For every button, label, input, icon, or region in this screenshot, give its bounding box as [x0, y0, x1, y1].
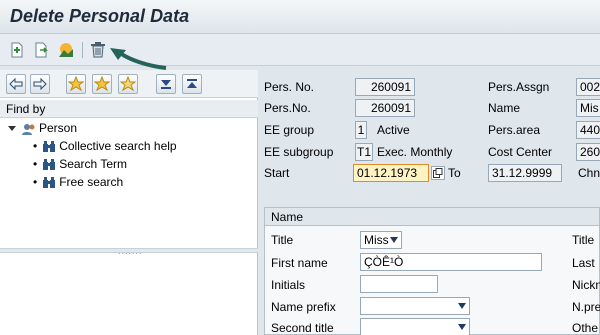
tree-node-label: Collective search help [59, 139, 177, 153]
object-manager-panel: Find by Person • Collective search help •… [0, 70, 258, 335]
chevron-down-icon [390, 237, 398, 243]
back-arrow-icon[interactable] [6, 74, 26, 94]
end-date-field: 31.12.9999 [488, 164, 562, 182]
name-prefix-dropdown[interactable] [360, 297, 470, 315]
splitter-grip-icon: ....... [118, 246, 143, 256]
tree-node-label: Free search [59, 175, 124, 189]
application-toolbar [0, 34, 600, 66]
chevron-down-icon [458, 303, 466, 309]
pers-assgn-field: 002 [576, 78, 600, 96]
collapse-up-icon[interactable] [182, 74, 202, 94]
other-label: Othe [572, 321, 599, 335]
name-label: Name [488, 101, 521, 115]
ee-group-text: Active [377, 123, 410, 137]
pers-no-label: Pers. No. [264, 80, 315, 94]
ee-group-label: EE group [264, 123, 315, 137]
find-by-header: Find by [0, 100, 258, 118]
add-favorite-icon[interactable] [66, 74, 86, 94]
ee-subgroup-text: Exec. Monthly [377, 145, 453, 159]
title-label: Title [271, 233, 294, 247]
binoculars-icon [43, 176, 56, 188]
first-name-field[interactable]: ÇÒÊ¹Ò [360, 253, 542, 271]
favorite-folder-icon[interactable] [118, 74, 138, 94]
ee-group-field: 1 [355, 121, 367, 139]
bullet-icon: • [33, 139, 38, 153]
pers-no-field: 260091 [355, 78, 415, 96]
favorites-icon[interactable] [92, 74, 112, 94]
title-value: Miss [364, 233, 389, 247]
changed-label: Chn [578, 166, 600, 180]
pers-area-label: Pers.area [488, 123, 541, 137]
copy-icon[interactable] [33, 41, 51, 59]
second-title-dropdown[interactable] [360, 318, 470, 335]
cost-center-label: Cost Center [488, 145, 553, 159]
create-icon[interactable] [8, 41, 26, 59]
ee-subgroup-field: T1 [355, 143, 373, 161]
window-title: Delete Personal Data [10, 6, 190, 26]
expand-caret-icon[interactable] [8, 126, 16, 132]
pers-no2-label: Pers.No. [264, 101, 311, 115]
pers-area-field: 440 [576, 121, 600, 139]
start-date-field[interactable]: 01.12.1973 [353, 164, 429, 182]
tree-node-label: Person [39, 121, 78, 135]
title-dropdown[interactable]: Miss [360, 231, 402, 249]
navigation-toolbar [0, 70, 258, 98]
binoculars-icon [43, 158, 56, 170]
bullet-icon: • [33, 175, 38, 189]
name-prefix-label: Name prefix [271, 300, 336, 314]
person-icon [22, 123, 35, 135]
bullet-icon: • [33, 157, 38, 171]
cost-center-field: 260 [576, 143, 600, 161]
tree-node-label: Search Term [59, 157, 128, 171]
first-name-label: First name [271, 256, 328, 270]
tree-node-person[interactable]: Person [8, 120, 77, 136]
to-label: To [448, 166, 461, 180]
forward-arrow-icon[interactable] [30, 74, 50, 94]
tree-node-collective-search-help[interactable]: • Collective search help [33, 138, 177, 154]
initials-field[interactable] [360, 275, 438, 293]
tree-node-search-term[interactable]: • Search Term [33, 156, 127, 172]
nickname-label: Nickn [572, 278, 600, 292]
delete-trash-icon[interactable] [89, 41, 107, 59]
pointer-arrow-icon [110, 48, 167, 70]
ee-subgroup-label: EE subgroup [264, 145, 334, 159]
initials-label: Initials [271, 278, 306, 292]
name-field: Mis [576, 99, 600, 117]
binoculars-icon [43, 140, 56, 152]
panel-splitter[interactable]: ....... [0, 246, 258, 256]
overview-icon[interactable] [57, 41, 75, 59]
pers-assgn-label: Pers.Assgn [488, 80, 550, 94]
toolbar-separator [82, 42, 83, 58]
start-label: Start [264, 166, 290, 180]
second-title-label: Second title [271, 321, 334, 335]
calendar-picker-icon[interactable] [431, 166, 445, 180]
title2-label: Title [572, 233, 595, 247]
pers-no2-field: 260091 [355, 99, 415, 117]
title-bar: Delete Personal Data [0, 0, 600, 34]
chevron-down-icon [458, 324, 466, 330]
expand-down-icon[interactable] [156, 74, 176, 94]
tree-node-free-search[interactable]: • Free search [33, 174, 123, 190]
n-prefix-label: N.pre [572, 300, 600, 314]
name-group-header: Name [265, 208, 599, 226]
last-name-label: Last [572, 256, 595, 270]
